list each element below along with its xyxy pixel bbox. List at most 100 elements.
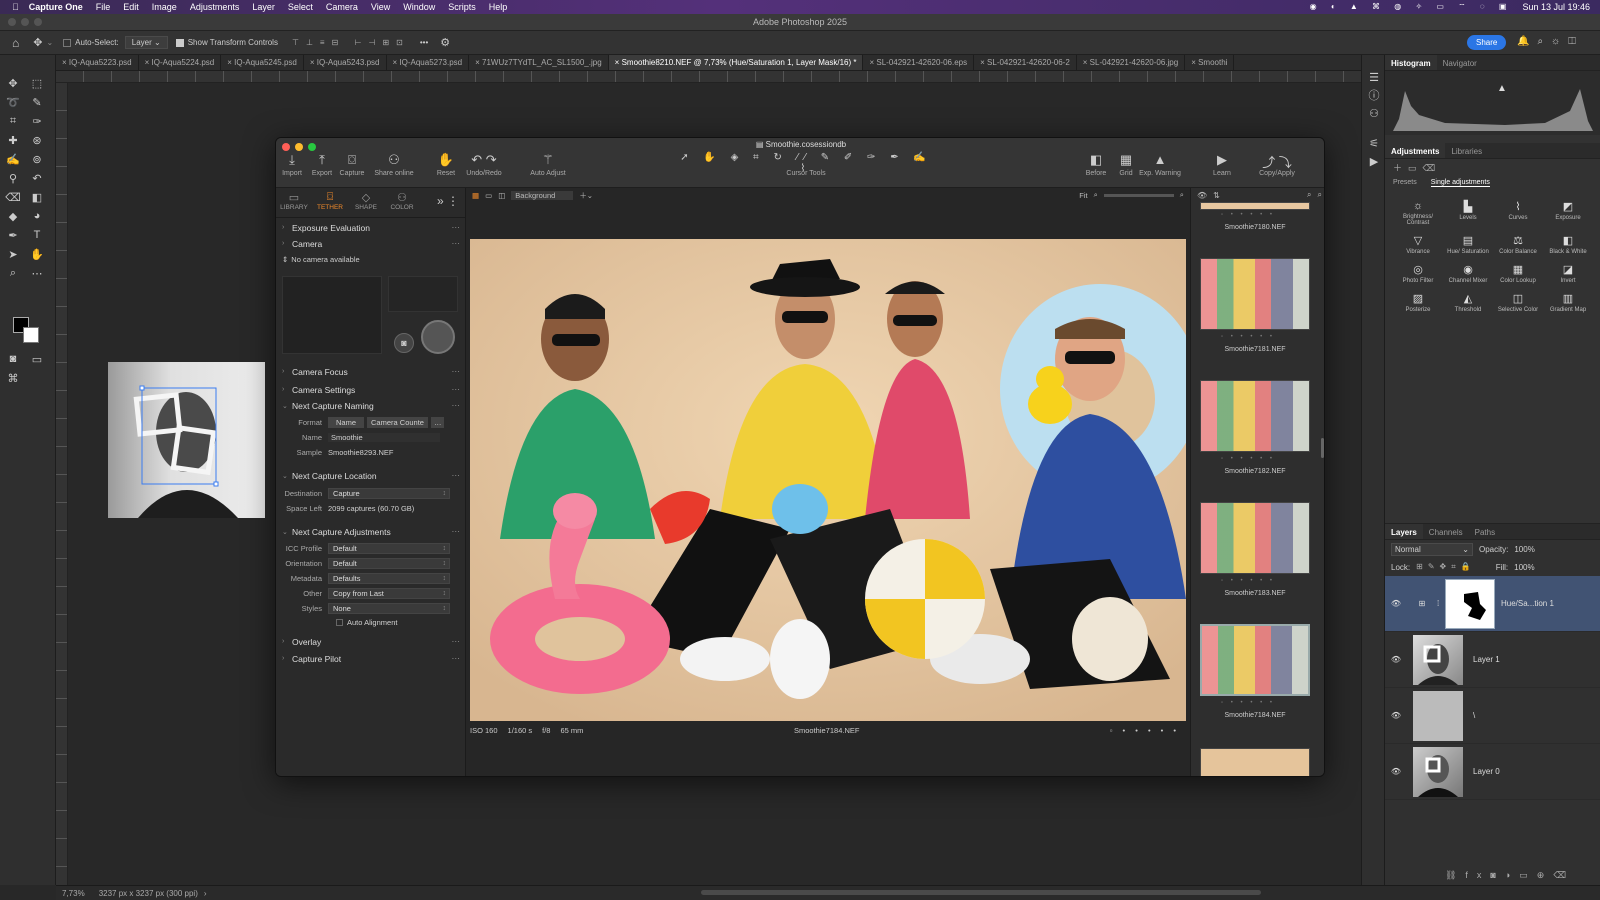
undo-redo-button[interactable]: ↶ ↷ Undo/Redo xyxy=(462,152,506,177)
status-chevron-icon[interactable]: › xyxy=(204,889,207,898)
section-overlay[interactable]: › Overlay ⋯ xyxy=(276,634,466,649)
gradient-tool-icon[interactable]: ◧ xyxy=(28,189,46,205)
lock-icons[interactable]: ⊞✎✥⌗🔒 xyxy=(1416,562,1476,572)
add-view-icon[interactable]: ＋⌄ xyxy=(579,190,593,201)
settings-gear-icon[interactable]: ⚙ xyxy=(440,36,450,49)
fill-value[interactable]: 100% xyxy=(1514,563,1534,572)
show-transform-checkbox[interactable] xyxy=(175,38,184,47)
blur-tool-icon[interactable]: ◆ xyxy=(4,208,22,224)
info-icon[interactable]: ⓘ xyxy=(1365,87,1383,103)
quick-select-tool-icon[interactable]: ✎ xyxy=(28,94,46,110)
tab-single-adjustments[interactable]: Single adjustments xyxy=(1430,179,1490,187)
rating-dots[interactable]: ▫ • • • • • xyxy=(1221,456,1275,462)
icc-profile-select[interactable]: Default xyxy=(328,543,450,554)
healing-tool-icon[interactable]: ✚ xyxy=(4,132,22,148)
vertical-ruler[interactable] xyxy=(56,83,68,885)
styles-select[interactable]: None xyxy=(328,603,450,614)
tab-doc[interactable]: × IQ-Aqua5273.psd xyxy=(387,55,470,70)
cursor-tools[interactable]: ➚ ✋ ◈ ⌗ ↻ ⁄⁄ ✎ ✐ ✑ ✒ ✍ ⌇ Cursor Tools xyxy=(676,152,936,177)
adjustment-button[interactable]: ▨ Posterize xyxy=(1393,292,1443,313)
crop-tool-icon[interactable]: ⌗ xyxy=(4,113,22,129)
tab-library[interactable]: ▭ LIBRARY xyxy=(276,188,312,217)
tab-layers[interactable]: Layers xyxy=(1385,524,1423,539)
blend-mode-select[interactable]: Normal ⌄ xyxy=(1391,542,1473,556)
zoom-level[interactable]: 7,73% xyxy=(62,889,85,898)
copy-apply-button[interactable]: ⤴ ⤵ Copy/Apply xyxy=(1252,152,1302,177)
exposure-warning-button[interactable]: ▲ Exp. Warning xyxy=(1136,152,1184,177)
brush-tool-icon[interactable]: ✍ xyxy=(4,151,22,167)
tab-paths[interactable]: Paths xyxy=(1469,524,1501,539)
tab-libraries[interactable]: Libraries xyxy=(1445,143,1488,158)
layer-row[interactable]: 👁 Layer 1 xyxy=(1385,632,1600,688)
learn-button[interactable]: ▶ Learn xyxy=(1202,152,1242,177)
section-camera[interactable]: › Camera ⋯ xyxy=(276,236,466,251)
rating-dots[interactable]: ▫ • • • • • xyxy=(1221,578,1275,584)
menu-help[interactable]: Help xyxy=(489,2,508,12)
zoom-in-icon[interactable]: ⌕ xyxy=(1180,190,1184,200)
window-controls[interactable] xyxy=(8,18,42,26)
tab-doc[interactable]: × SL-042921-42620-06-2 xyxy=(974,55,1077,70)
menu-edit[interactable]: Edit xyxy=(123,2,139,12)
zoom-slider[interactable] xyxy=(1103,193,1174,197)
adjustment-button[interactable]: ☼ Brightness/ Contrast xyxy=(1393,200,1443,226)
add-icon[interactable]: ＋ xyxy=(1393,163,1408,173)
orientation-select[interactable]: Default xyxy=(328,558,450,569)
share-online-button[interactable]: ⚇ Share online xyxy=(369,152,419,177)
section-capture-pilot[interactable]: › Capture Pilot ⋯ xyxy=(276,651,466,666)
adjustment-button[interactable]: ▦ Color Lookup xyxy=(1493,263,1543,284)
properties-icon[interactable]: ☰ xyxy=(1365,69,1383,85)
document-canvas-image[interactable] xyxy=(108,362,265,518)
adjustment-button[interactable]: ◪ Invert xyxy=(1543,263,1593,284)
menu-view[interactable]: View xyxy=(371,2,390,12)
screen-mode-icon[interactable]: ▭ xyxy=(28,351,46,367)
menu-app-name[interactable]: Capture One xyxy=(29,2,83,12)
people-icon[interactable]: ⚇ xyxy=(1365,105,1383,121)
section-next-capture-naming[interactable]: ⌄ Next Capture Naming ⋯ xyxy=(276,398,466,413)
adjustment-button[interactable]: ◧ Black & White xyxy=(1543,234,1593,255)
lasso-tool-icon[interactable]: ➰ xyxy=(4,94,22,110)
tab-active-doc[interactable]: × Smoothie8210.NEF @ 7,73% (Hue/Saturati… xyxy=(608,55,864,70)
thumbnail-partial[interactable] xyxy=(1200,202,1310,210)
layer-row[interactable]: 👁 Layer 0 xyxy=(1385,744,1600,800)
menu-image[interactable]: Image xyxy=(152,2,177,12)
adjustment-button[interactable]: ▽ Vibrance xyxy=(1393,234,1443,255)
quick-mask-icon[interactable]: ◙ xyxy=(4,351,22,367)
menu-select[interactable]: Select xyxy=(288,2,313,12)
eye-icon[interactable]: 👁 xyxy=(1385,711,1407,720)
destination-select[interactable]: Capture xyxy=(328,488,450,499)
rating-dots[interactable]: ▫ • • • • • xyxy=(1221,700,1275,706)
layer-row[interactable]: 👁 \ xyxy=(1385,688,1600,744)
name-field[interactable]: Smoothie xyxy=(328,433,440,442)
eye-icon[interactable]: 👁 xyxy=(1385,655,1407,664)
tab-doc[interactable]: × SL-042921-42620-06.eps xyxy=(863,55,975,70)
eye-icon[interactable]: 👁 xyxy=(1197,191,1207,200)
browser-scrollbar[interactable] xyxy=(1321,438,1324,458)
rating-dots[interactable]: ▫ • • • • • xyxy=(1110,726,1180,735)
tool-preset-chevron-icon[interactable]: ⌄ xyxy=(46,38,53,47)
history-brush-icon[interactable]: ↶ xyxy=(28,170,46,186)
tab-doc[interactable]: × SL-042921-42620-06.jpg xyxy=(1077,55,1186,70)
folder-icon[interactable]: ▭ xyxy=(1408,163,1423,173)
top-right-icons[interactable]: 🔔⌕☼◫ xyxy=(1517,36,1584,47)
generative-icon[interactable]: ⌘ xyxy=(4,370,22,386)
tab-adjustments[interactable]: Adjustments xyxy=(1385,143,1446,158)
rating-dots[interactable]: ▫ • • • • • xyxy=(1221,212,1275,218)
adjustment-button[interactable]: ◉ Channel Mixer xyxy=(1443,263,1493,284)
hand-tool-icon[interactable]: ✋ xyxy=(28,246,46,262)
menu-adjustments[interactable]: Adjustments xyxy=(190,2,240,12)
thumbnail[interactable] xyxy=(1200,258,1310,330)
single-view-icon[interactable]: ▭ xyxy=(485,191,492,200)
format-token-counter[interactable]: Camera Counte xyxy=(367,417,428,428)
tab-navigator[interactable]: Navigator xyxy=(1437,55,1483,70)
adjustment-button[interactable]: ◭ Threshold xyxy=(1443,292,1493,313)
adjustment-button[interactable]: ▥ Gradient Map xyxy=(1543,292,1593,313)
layer-mask-thumbnail[interactable] xyxy=(1445,578,1495,629)
grid-view-icon[interactable]: ▦ xyxy=(472,191,479,200)
adjustment-button[interactable]: ▙ Levels xyxy=(1443,200,1493,226)
more-tools-icon[interactable]: ⋯ xyxy=(28,265,46,281)
layer-name[interactable]: Layer 1 xyxy=(1473,655,1500,664)
adjustment-button[interactable]: ▤ Hue/ Saturation xyxy=(1443,234,1493,255)
auto-select-dropdown[interactable]: Layer ⌄ xyxy=(124,36,168,49)
tab-doc[interactable]: × IQ-Aqua5243.psd xyxy=(304,55,387,70)
background-color-swatch[interactable] xyxy=(23,327,39,343)
